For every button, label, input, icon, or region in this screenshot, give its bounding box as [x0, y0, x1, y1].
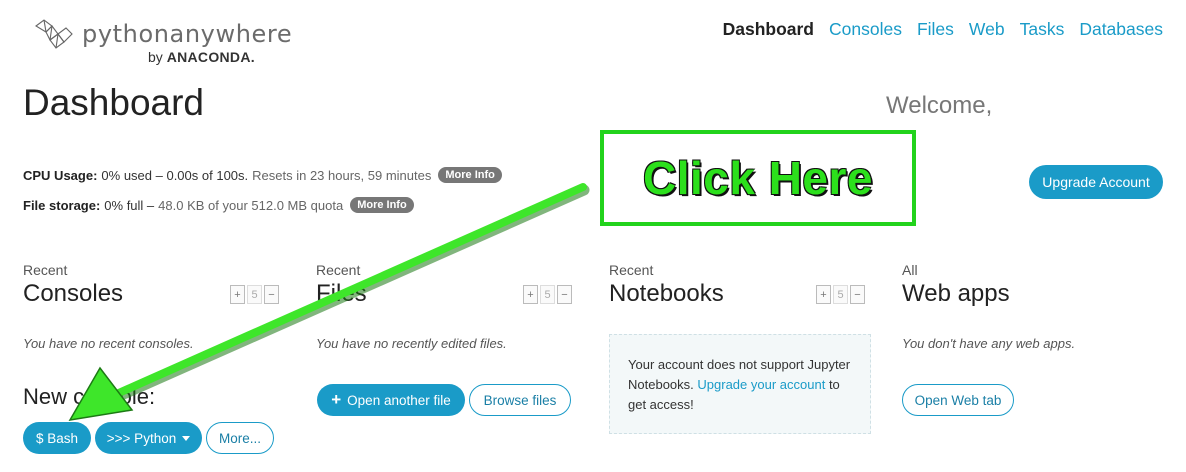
storage-label: File storage:	[23, 197, 101, 213]
brand-wordmark: pythonanywhere	[82, 20, 293, 48]
nav-tasks[interactable]: Tasks	[1020, 19, 1065, 40]
nav-web[interactable]: Web	[969, 19, 1005, 40]
nav-dashboard[interactable]: Dashboard	[723, 19, 814, 40]
files-stepper-plus[interactable]: +	[523, 285, 538, 304]
notebooks-small-label: Recent	[609, 262, 654, 278]
storage-more-info-badge[interactable]: More Info	[350, 197, 414, 213]
webapps-column-header: All Web apps	[902, 262, 1162, 308]
upgrade-account-button[interactable]: Upgrade Account	[1029, 165, 1163, 199]
consoles-small-label: Recent	[23, 262, 68, 278]
bash-console-button[interactable]: $ Bash	[23, 422, 91, 454]
more-consoles-button[interactable]: More...	[206, 422, 274, 454]
notebooks-stepper-plus[interactable]: +	[816, 285, 831, 304]
files-stepper-count: 5	[540, 285, 555, 304]
storage-value: 0% full –	[104, 197, 155, 213]
open-web-tab-button[interactable]: Open Web tab	[902, 384, 1014, 416]
notebooks-stepper-minus[interactable]: −	[850, 285, 865, 304]
page-title: Dashboard	[23, 82, 205, 123]
plus-icon: +	[331, 390, 342, 409]
notebooks-unsupported-notice: Your account does not support Jupyter No…	[609, 334, 871, 434]
click-here-callout: Click Here	[600, 130, 916, 226]
cpu-usage-value: 0% used – 0.00s of 100s.	[101, 167, 249, 183]
python-console-label: >>> Python	[106, 430, 177, 446]
nav-databases[interactable]: Databases	[1079, 19, 1163, 40]
consoles-stepper-plus[interactable]: +	[230, 285, 245, 304]
notebooks-count-stepper: + 5 −	[816, 285, 865, 304]
brand-company: ANACONDA.	[166, 49, 255, 65]
top-nav: Dashboard Consoles Files Web Tasks Datab…	[723, 19, 1163, 40]
webapps-heading: Web apps	[902, 280, 1010, 307]
webapps-small-label: All	[902, 262, 918, 278]
cpu-reset-text: Resets in 23 hours, 59 minutes	[252, 167, 432, 183]
nav-consoles[interactable]: Consoles	[829, 19, 902, 40]
consoles-stepper-minus[interactable]: −	[264, 285, 279, 304]
notebooks-stepper-count: 5	[833, 285, 848, 304]
snake-logo-icon	[35, 19, 73, 49]
cpu-usage-label: CPU Usage:	[23, 167, 98, 183]
files-empty-note: You have no recently edited files.	[316, 336, 507, 351]
files-count-stepper: + 5 −	[523, 285, 572, 304]
new-console-label: New console:	[23, 384, 156, 409]
cpu-more-info-badge[interactable]: More Info	[438, 167, 502, 183]
upgrade-account-link[interactable]: Upgrade your account	[697, 377, 825, 392]
brand-logo[interactable]: pythonanywhere by ANACONDA.	[34, 16, 292, 72]
caret-down-icon	[182, 435, 191, 441]
file-storage: File storage: 0% full – 48.0 KB of your …	[23, 197, 414, 213]
consoles-empty-note: You have no recent consoles.	[23, 336, 194, 351]
open-another-file-label: Open another file	[347, 392, 451, 408]
browse-files-button[interactable]: Browse files	[469, 384, 571, 416]
storage-detail: 48.0 KB of your 512.0 MB quota	[158, 197, 344, 213]
welcome-text: Welcome,	[886, 92, 993, 119]
files-small-label: Recent	[316, 262, 361, 278]
consoles-count-stepper: + 5 −	[230, 285, 279, 304]
open-another-file-button[interactable]: + Open another file	[317, 384, 465, 416]
click-here-text: Click Here	[642, 152, 873, 204]
cpu-usage: CPU Usage: 0% used – 0.00s of 100s. Rese…	[23, 167, 502, 183]
consoles-stepper-count: 5	[247, 285, 262, 304]
files-stepper-minus[interactable]: −	[557, 285, 572, 304]
webapps-empty-note: You don't have any web apps.	[902, 336, 1076, 351]
brand-by: by	[148, 49, 163, 65]
brand-byline: by ANACONDA.	[148, 49, 255, 65]
python-console-dropdown[interactable]: >>> Python	[95, 422, 202, 454]
nav-files[interactable]: Files	[917, 19, 954, 40]
